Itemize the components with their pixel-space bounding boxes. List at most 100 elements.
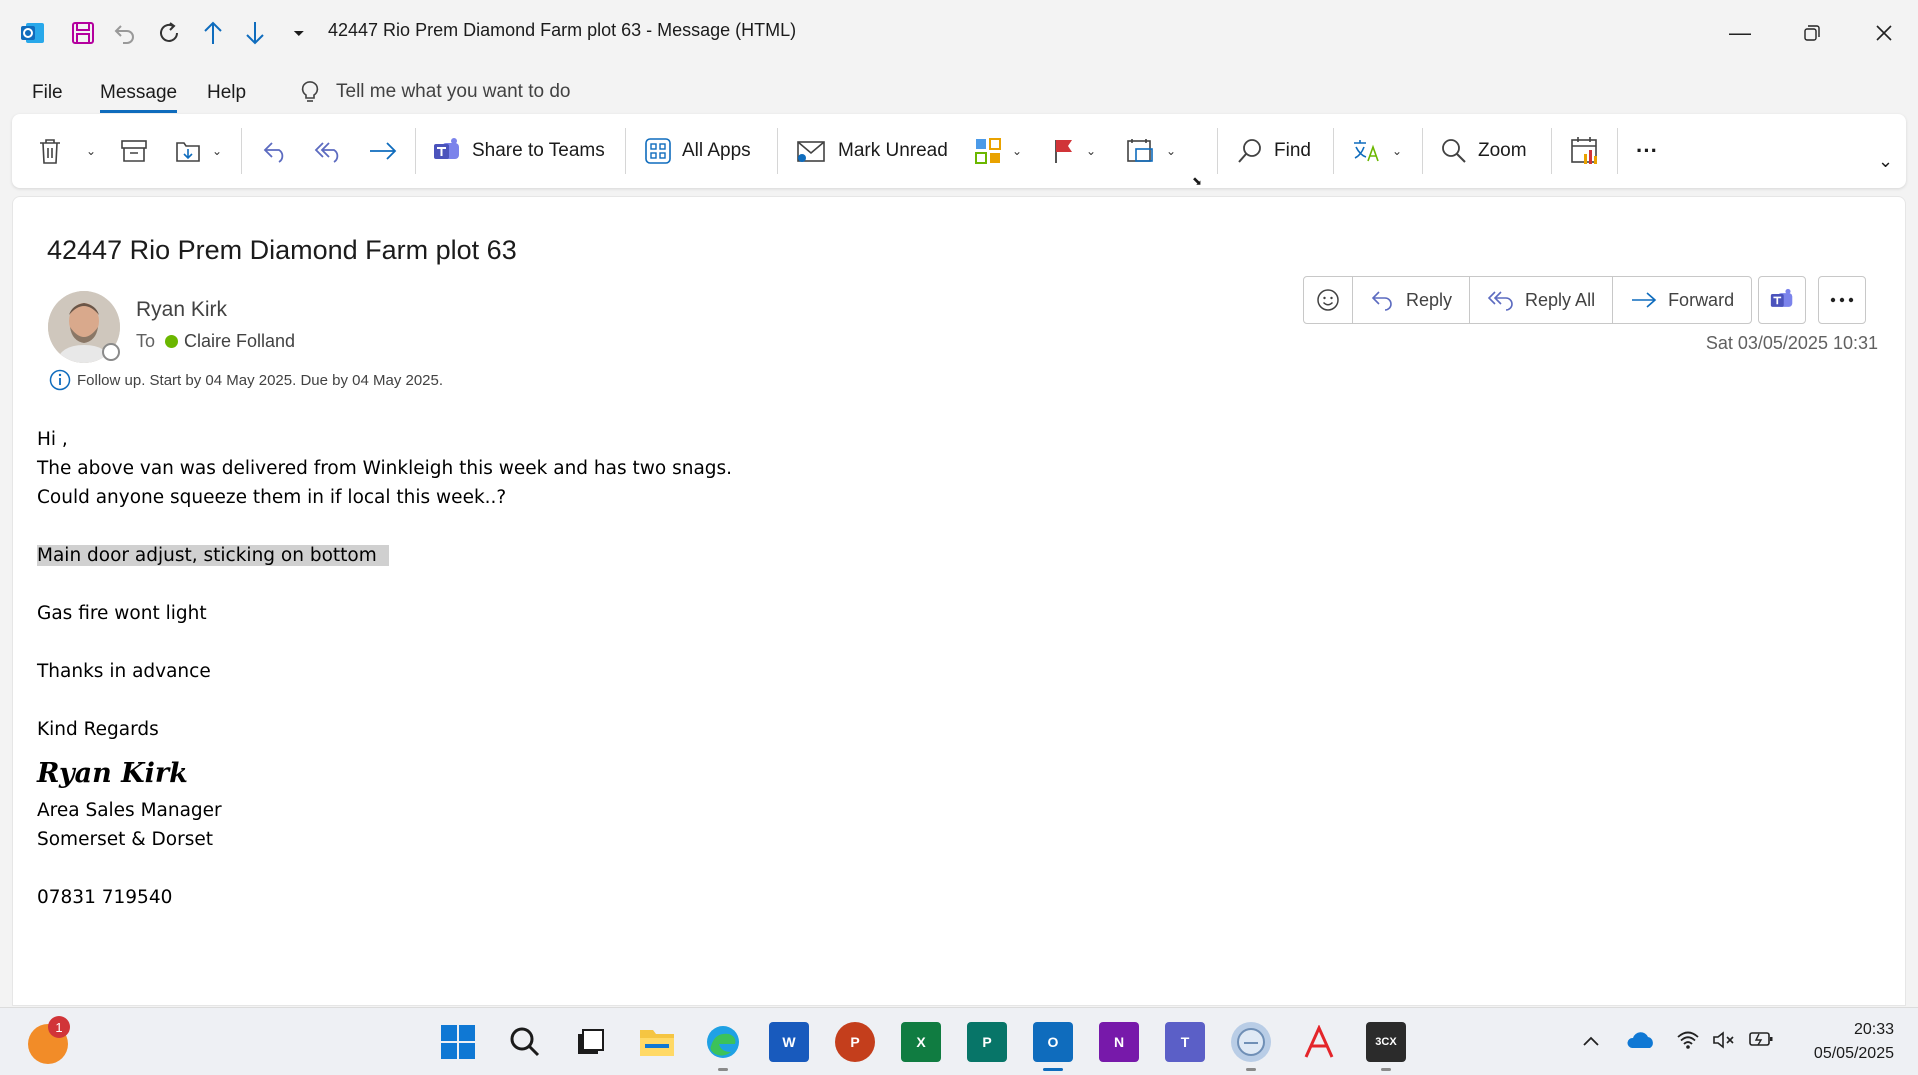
trash-icon <box>40 139 60 164</box>
zoom-icon <box>1442 139 1466 163</box>
reply-ribbon-button[interactable] <box>262 128 290 174</box>
sender-name[interactable]: Ryan Kirk <box>136 298 227 322</box>
chevron-down-icon: ⌄ <box>1166 144 1177 158</box>
excel-icon[interactable]: X <box>901 1022 941 1062</box>
acrobat-icon[interactable] <box>1299 1022 1339 1062</box>
chevron-down-icon: ⌄ <box>1086 144 1097 158</box>
forward-button[interactable]: Forward <box>1613 277 1751 323</box>
3cx-icon[interactable]: 3CX <box>1366 1022 1406 1062</box>
publisher-icon[interactable]: P <box>967 1022 1007 1062</box>
find-button[interactable]: Find <box>1236 128 1311 174</box>
undo-icon[interactable] <box>110 16 140 50</box>
powerpoint-icon[interactable]: P <box>835 1022 875 1062</box>
teams-icon <box>1770 288 1793 307</box>
volume-muted-icon[interactable] <box>1712 1030 1736 1056</box>
assign-policy-button[interactable]: ⌄ <box>1126 128 1176 174</box>
running-indicator <box>1246 1068 1256 1071</box>
translate-icon <box>1354 140 1379 162</box>
show-hidden-icons-chevron-icon[interactable] <box>1582 1030 1600 1053</box>
more-actions-button[interactable] <box>1818 276 1866 324</box>
forward-ribbon-button[interactable] <box>368 128 398 174</box>
move-to-folder-icon <box>176 142 200 162</box>
categorize-button[interactable]: ⌄ <box>974 128 1022 174</box>
reply-label: Reply <box>1406 289 1453 310</box>
next-item-icon[interactable] <box>240 16 270 50</box>
recipient[interactable]: Claire Folland <box>165 331 295 352</box>
snag-item-highlighted: Main door adjust, sticking on bottom <box>37 545 389 566</box>
zoom-label: Zoom <box>1478 140 1527 161</box>
recipients-line: To Claire Folland <box>136 331 295 352</box>
info-icon <box>49 369 71 391</box>
follow-up-infobar: Follow up. Start by 04 May 2025. Due by … <box>49 369 443 391</box>
delete-button[interactable]: ⌄ <box>38 128 96 174</box>
reply-all-icon <box>314 142 339 163</box>
onenote-icon[interactable]: N <box>1099 1022 1139 1062</box>
outlook-app-icon <box>18 16 48 50</box>
flag-button[interactable]: ⌄ <box>1052 128 1096 174</box>
policy-icon <box>1127 139 1153 162</box>
file-explorer-icon[interactable] <box>637 1022 677 1062</box>
move-button[interactable]: ⌄ <box>174 128 222 174</box>
signature-phone[interactable]: 07831 719540 <box>37 883 732 912</box>
chevron-down-icon[interactable]: ⌄ <box>86 144 96 158</box>
follow-up-text: Follow up. Start by 04 May 2025. Due by … <box>77 371 444 389</box>
mark-unread-button[interactable]: Mark Unread <box>796 128 948 174</box>
task-view-icon[interactable] <box>570 1022 610 1062</box>
onedrive-icon[interactable] <box>1627 1030 1655 1056</box>
tell-me-search[interactable]: Tell me what you want to do <box>300 80 570 104</box>
translate-button[interactable]: ⌄ <box>1352 128 1402 174</box>
reply-button[interactable]: Reply <box>1353 277 1471 323</box>
restore-icon[interactable] <box>1792 14 1832 52</box>
save-icon[interactable] <box>68 16 98 50</box>
apps-grid-icon <box>645 138 671 164</box>
close-icon[interactable] <box>1864 14 1904 52</box>
edge-browser-icon[interactable] <box>703 1022 743 1062</box>
collapse-ribbon-chevron-icon[interactable]: ⌄ <box>1878 138 1893 184</box>
customize-qat-icon[interactable]: ⏷ <box>284 16 314 50</box>
teams-taskbar-icon[interactable]: T <box>1165 1022 1205 1062</box>
reply-icon <box>1371 291 1392 311</box>
search-icon[interactable] <box>505 1022 545 1062</box>
forward-icon <box>370 142 397 160</box>
taskbar: 1 W P X P O N T 3CX 20:33 05/05/2025 <box>0 1007 1918 1075</box>
reply-all-ribbon-button[interactable] <box>314 128 344 174</box>
start-windows-icon[interactable] <box>438 1022 478 1062</box>
share-to-teams-small-button[interactable] <box>1758 276 1806 324</box>
menu-bar: File Message Help Tell me what you want … <box>0 72 1918 113</box>
tab-help[interactable]: Help <box>207 82 246 104</box>
forward-icon <box>1632 292 1657 308</box>
thanks-line: Thanks in advance <box>37 661 211 682</box>
greeting: Hi , <box>37 429 68 450</box>
minimize-icon[interactable]: — <box>1720 14 1760 52</box>
outlook-taskbar-icon[interactable]: O <box>1033 1022 1073 1062</box>
share-to-teams-button[interactable]: Share to Teams <box>432 128 605 174</box>
wifi-icon[interactable] <box>1676 1030 1700 1056</box>
archive-button[interactable] <box>120 128 148 174</box>
previous-item-icon[interactable] <box>198 16 228 50</box>
more-options-button[interactable]: ··· <box>1636 128 1658 174</box>
word-icon[interactable]: W <box>769 1022 809 1062</box>
calendar-chart-icon <box>1571 137 1597 164</box>
battery-icon[interactable] <box>1748 1030 1774 1054</box>
clock-app-icon[interactable] <box>1231 1022 1271 1062</box>
reply-all-icon <box>1487 291 1513 311</box>
chevron-down-icon: ⌄ <box>1012 144 1023 158</box>
to-label: To <box>136 331 156 351</box>
ribbon-separator <box>415 128 416 174</box>
running-indicator <box>1381 1068 1391 1071</box>
tab-message[interactable]: Message <box>100 82 178 113</box>
redo-icon[interactable] <box>154 16 184 50</box>
react-button[interactable] <box>1304 277 1353 323</box>
ribbon: ⌄ ⌄ Share to Teams All Apps Mark Unread … <box>12 114 1906 188</box>
zoom-button[interactable]: Zoom <box>1440 128 1527 174</box>
window-title: 42447 Rio Prem Diamond Farm plot 63 - Me… <box>328 20 797 40</box>
viva-insights-button[interactable] <box>1570 128 1600 174</box>
system-clock[interactable]: 20:33 05/05/2025 <box>1790 1018 1894 1066</box>
all-apps-button[interactable]: All Apps <box>644 128 751 174</box>
ribbon-separator <box>1217 128 1218 174</box>
tab-file[interactable]: File <box>32 82 63 104</box>
reply-all-button[interactable]: Reply All <box>1470 277 1614 323</box>
find-label: Find <box>1274 140 1311 161</box>
